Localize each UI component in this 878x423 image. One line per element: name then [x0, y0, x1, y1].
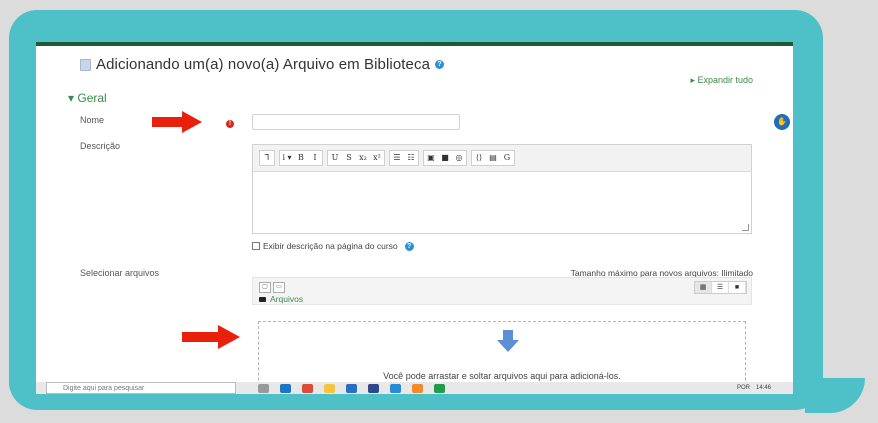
editor-toolbar-button[interactable]: ⟨⟩ [472, 151, 486, 165]
show-description-option[interactable]: Exibir descrição na página do curso ? [252, 241, 414, 251]
folder-name: Arquivos [270, 294, 304, 304]
toolbar-group: U Sx₂ x² [327, 150, 385, 166]
pointer-arrow-name [152, 111, 202, 133]
editor-toolbar-button[interactable]: ▤ [486, 151, 500, 165]
select-files-label: Selecionar arquivos [80, 268, 160, 278]
description-label: Descrição [80, 141, 121, 151]
show-description-label: Exibir descrição na página do curso [263, 241, 398, 251]
edge-icon[interactable] [280, 384, 291, 393]
editor-toolbar-button[interactable]: x² [370, 151, 384, 165]
editor-toolbar-button[interactable]: ■ [438, 151, 452, 165]
toolbar-group: ⅂ [259, 150, 275, 166]
app-green-icon[interactable] [434, 384, 445, 393]
help-icon[interactable]: ? [435, 60, 445, 69]
browser-screenshot: Adicionando um(a) novo(a) Arquivo em Bib… [36, 42, 793, 382]
system-tray: POR 14:46 [737, 382, 771, 394]
folder-icon [259, 296, 266, 302]
file-icon [80, 58, 91, 71]
description-editor[interactable]: ⅂ i ▾ B I U Sx₂ x² ☰ ☷ ▣ ■ ◎ ⟨⟩ ▤ G [252, 144, 752, 234]
chrome-icon[interactable] [302, 384, 313, 393]
folder-app-icon[interactable] [324, 384, 335, 393]
view-mode-button[interactable]: ☰ [712, 282, 729, 293]
show-description-checkbox[interactable] [252, 242, 260, 250]
required-icon: ! [226, 120, 234, 128]
toolbar-group: i ▾ B I [279, 150, 323, 166]
filemanager-toolbar: ▢ ▭ ▦ ☰ ■ Arquivos [252, 277, 752, 305]
create-folder-icon[interactable]: ▭ [273, 282, 285, 293]
view-switcher: ▦ ☰ ■ [694, 281, 747, 294]
editor-toolbar-button[interactable]: i ▾ [280, 151, 294, 165]
word-icon[interactable] [346, 384, 357, 393]
dropzone-text: Você pode arrastar e soltar arquivos aqu… [383, 371, 621, 381]
toolbar-group: ▣ ■ ◎ [423, 150, 467, 166]
chevron-down-icon: ▾ [68, 91, 78, 105]
editor-toolbar-button[interactable]: ▣ [424, 151, 438, 165]
upload-arrow-icon [497, 330, 519, 352]
pointer-arrow-files [182, 325, 240, 349]
name-label: Nome [80, 115, 105, 125]
speech-bubble-tail [805, 378, 865, 413]
page-title: Adicionando um(a) novo(a) Arquivo em Bib… [96, 56, 431, 73]
editor-toolbar-button[interactable]: x₂ [356, 151, 370, 165]
editor-toolbar-button[interactable]: S [342, 151, 356, 165]
taskbar-apps [258, 384, 445, 393]
section-general[interactable]: ▾ Geral [68, 91, 107, 105]
page-heading: Adicionando um(a) novo(a) Arquivo em Bib… [80, 56, 445, 73]
toolbar-group: ☰ ☷ [389, 150, 419, 166]
editor-toolbar-button[interactable]: B [294, 151, 308, 165]
name-input[interactable] [252, 114, 460, 130]
view-mode-button[interactable]: ▦ [695, 282, 712, 293]
expand-all-link[interactable]: ▸ Expandir tudo [690, 75, 753, 86]
app-icon[interactable] [390, 384, 401, 393]
editor-toolbar: ⅂ i ▾ B I U Sx₂ x² ☰ ☷ ▣ ■ ◎ ⟨⟩ ▤ G [253, 145, 751, 172]
section-title: Geral [77, 91, 107, 105]
header-bar [36, 42, 793, 46]
view-mode-button[interactable]: ■ [729, 282, 746, 293]
store-icon[interactable] [368, 384, 379, 393]
editor-toolbar-button[interactable]: I [308, 151, 322, 165]
editor-toolbar-button[interactable]: G [500, 151, 514, 165]
editor-toolbar-button[interactable]: ⅂ [260, 151, 274, 165]
help-icon[interactable]: ? [404, 241, 414, 251]
add-file-icon[interactable]: ▢ [259, 282, 271, 293]
accessibility-icon[interactable]: ✋ [774, 114, 790, 130]
firefox-icon[interactable] [412, 384, 423, 393]
windows-taskbar: Digite aqui para pesquisar POR 14:46 [36, 382, 793, 394]
editor-toolbar-button[interactable]: ◎ [452, 151, 466, 165]
clock[interactable]: 14:46 [756, 382, 771, 394]
editor-toolbar-button[interactable]: U [328, 151, 342, 165]
editor-toolbar-button[interactable]: ☷ [404, 151, 418, 165]
file-dropzone[interactable]: Você pode arrastar e soltar arquivos aqu… [258, 321, 746, 382]
language-indicator[interactable]: POR [737, 382, 750, 394]
taskbar-search-input[interactable]: Digite aqui para pesquisar [46, 382, 236, 394]
toolbar-group: ⟨⟩ ▤ G [471, 150, 515, 166]
taskview-icon[interactable] [258, 384, 269, 393]
folder-path[interactable]: Arquivos [259, 294, 303, 304]
editor-toolbar-button[interactable]: ☰ [390, 151, 404, 165]
resize-handle[interactable] [742, 224, 749, 231]
